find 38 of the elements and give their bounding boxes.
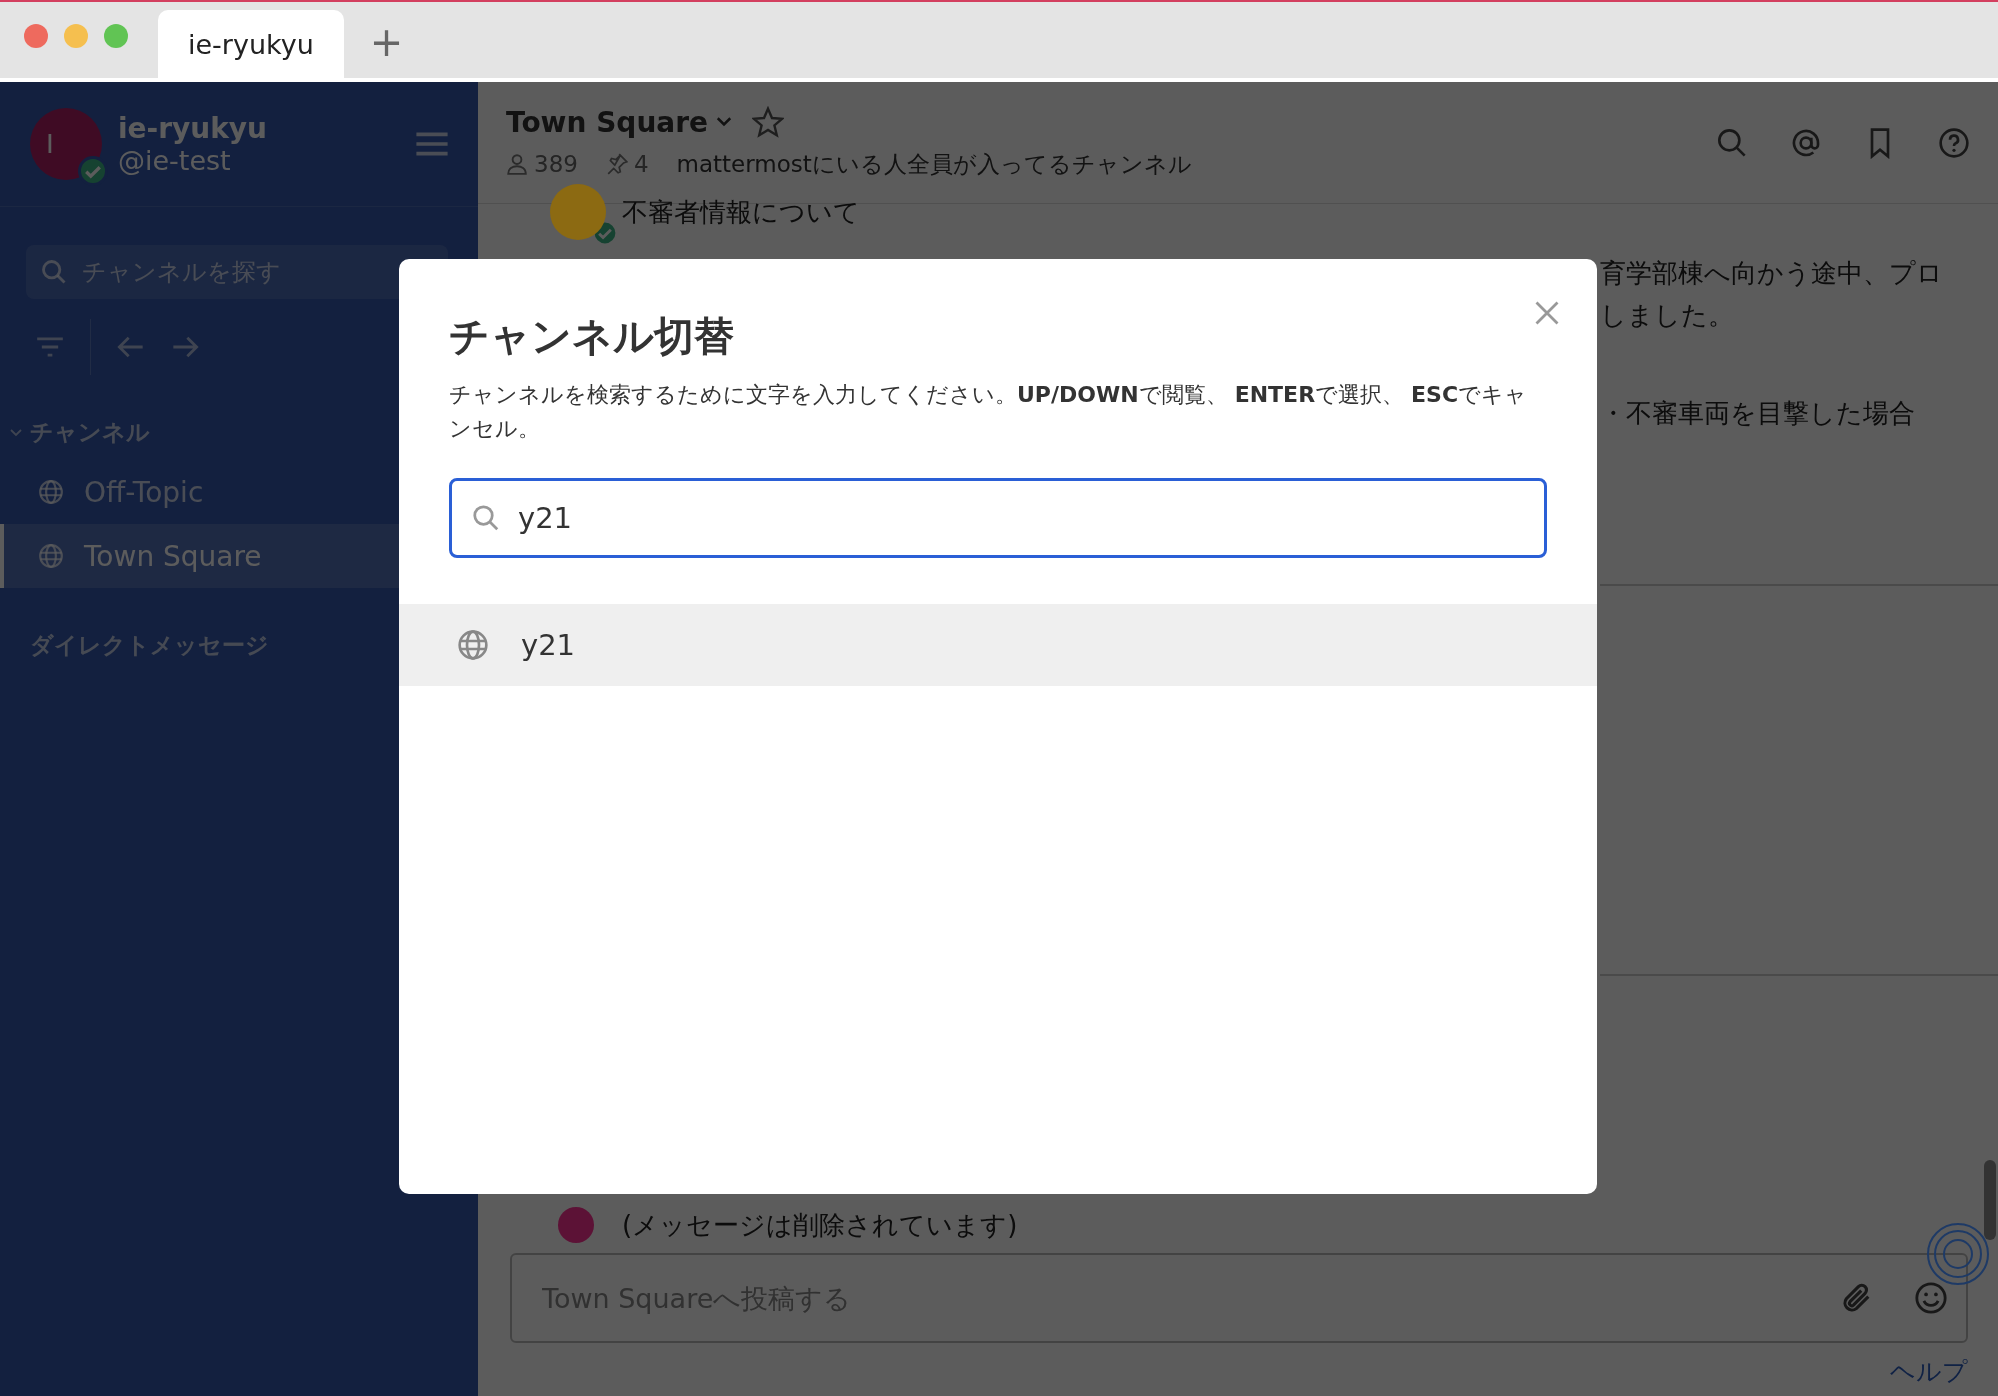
dialog-description: チャンネルを検索するために文字を入力してください。UP/DOWNで閲覧、 ENTERで選択、 ESCでキャンセル。	[448, 381, 1529, 443]
chevron-icon	[716, 117, 732, 127]
message-text: 不審者情報について	[622, 195, 860, 229]
message-text: しました。	[1600, 299, 1735, 332]
globe-icon	[38, 479, 64, 505]
concentric-circles-icon[interactable]	[1926, 1222, 1990, 1286]
channel-search-field[interactable]: y21	[449, 478, 1547, 558]
dialog-title: チャンネル切替	[449, 312, 734, 361]
deleted-message-text: (メッセージは削除されています)	[622, 1208, 1018, 1242]
close-window-button[interactable]	[24, 24, 48, 48]
new-tab-button[interactable]: +	[361, 12, 412, 72]
help-link[interactable]: ヘルプ	[1890, 1355, 1968, 1388]
team-name: ie-ryukyu	[118, 112, 268, 145]
pin-icon	[605, 153, 628, 175]
channel-purpose: mattermostにいる人全員が入ってるチャンネル	[676, 149, 1192, 179]
search-icon	[40, 258, 68, 286]
search-icon[interactable]	[1716, 126, 1748, 159]
star-icon[interactable]	[752, 106, 784, 138]
user-avatar[interactable]	[558, 1207, 594, 1243]
emoji-icon[interactable]	[1914, 1281, 1948, 1315]
menu-icon[interactable]	[416, 132, 448, 156]
browser-tab[interactable]: ie-ryukyu	[158, 10, 344, 78]
message-text: 育学部棟へ向かう途中、プロ	[1600, 257, 1944, 290]
minimize-window-button[interactable]	[64, 24, 88, 48]
channel-result-item[interactable]: y21	[399, 604, 1597, 686]
maximize-window-button[interactable]	[104, 24, 128, 48]
user-avatar[interactable]	[550, 184, 606, 240]
search-icon	[471, 503, 501, 533]
channel-name-button[interactable]: Town Square	[506, 105, 732, 139]
close-icon[interactable]	[1533, 299, 1561, 327]
globe-icon	[38, 543, 64, 569]
globe-icon	[457, 629, 489, 661]
scrollbar-thumb[interactable]	[1984, 1160, 1996, 1240]
username: @ie-test	[118, 145, 232, 176]
help-icon[interactable]	[1938, 126, 1970, 159]
person-icon	[506, 153, 528, 175]
message-text: ・不審車両を目撃した場合	[1600, 397, 1916, 430]
user-avatar[interactable]: I	[30, 108, 102, 180]
